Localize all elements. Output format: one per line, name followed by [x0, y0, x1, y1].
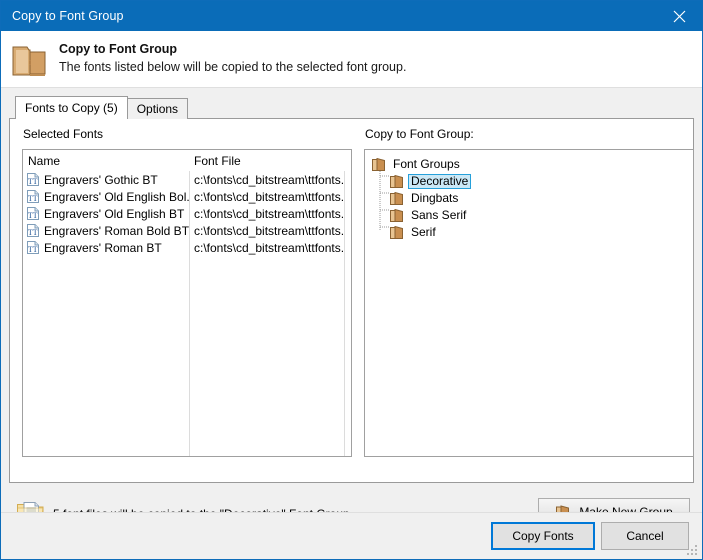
resize-grip[interactable]	[687, 545, 698, 556]
tab-options[interactable]: Options	[126, 98, 189, 119]
copy-to-font-group-label: Copy to Font Group:	[365, 127, 474, 141]
tree-node-label: Sans Serif	[411, 208, 467, 222]
font-group-folder-icon	[372, 157, 385, 171]
row-file: c:\fonts\cd_bitstream\ttfonts...	[194, 223, 344, 238]
tab-label: Fonts to Copy (5)	[25, 101, 118, 115]
tree-node-sans-serif[interactable]: Sans Serif	[371, 207, 693, 224]
column-header-name[interactable]: Name	[23, 150, 189, 171]
svg-text:TT: TT	[28, 228, 38, 237]
table-row[interactable]: TT Engravers' Old English BT c:\fonts\cd…	[23, 205, 351, 222]
tab-page-fonts-to-copy: Selected Fonts Copy to Font Group: Name …	[9, 118, 694, 483]
open-folder-icon	[1, 39, 59, 81]
truetype-font-icon: TT	[27, 173, 39, 186]
list-column-headers: Name Font File	[23, 150, 351, 171]
tab-label: Options	[136, 102, 179, 116]
row-name: Engravers' Old English BT	[44, 206, 185, 221]
row-file: c:\fonts\cd_bitstream\ttfonts...	[194, 206, 344, 221]
svg-text:TT: TT	[28, 177, 38, 186]
font-group-folder-icon	[390, 225, 403, 239]
dialog-window: Copy to Font Group Copy to Font Group Th…	[0, 0, 703, 560]
dialog-body: Fonts to Copy (5) Options Selected Fonts…	[1, 88, 702, 526]
row-name-cell: TT Engravers' Old English BT	[23, 207, 189, 221]
column-header-font-file[interactable]: Font File	[189, 150, 344, 171]
tab-fonts-to-copy[interactable]: Fonts to Copy (5)	[15, 96, 128, 119]
dialog-footer: Copy Fonts Cancel	[1, 512, 702, 559]
tree-node-font-groups[interactable]: Font Groups	[371, 156, 693, 173]
font-group-folder-icon	[390, 174, 403, 188]
list-rows: TT Engravers' Gothic BT c:\fonts\cd_bits…	[23, 171, 351, 256]
selected-fonts-label: Selected Fonts	[23, 127, 104, 141]
font-group-tree[interactable]: Font Groups Decorative Dingbats Sans Ser…	[364, 149, 694, 457]
row-name-cell: TT Engravers' Gothic BT	[23, 173, 189, 187]
row-name: Engravers' Roman Bold BT	[44, 223, 189, 238]
row-name-cell: TT Engravers' Roman Bold BT	[23, 224, 189, 238]
tree-node-label: Dingbats	[411, 191, 459, 205]
svg-text:TT: TT	[28, 211, 38, 220]
header-title: Copy to Font Group	[59, 42, 178, 56]
cancel-button[interactable]: Cancel	[601, 522, 689, 550]
tree-node-decorative[interactable]: Decorative	[371, 173, 693, 190]
row-name: Engravers' Old English Bol...	[44, 189, 189, 204]
row-file: c:\fonts\cd_bitstream\ttfonts...	[194, 240, 344, 255]
table-row[interactable]: TT Engravers' Old English Bol... c:\font…	[23, 188, 351, 205]
truetype-font-icon: TT	[27, 224, 39, 237]
svg-text:TT: TT	[28, 245, 38, 254]
tree-node-dingbats[interactable]: Dingbats	[371, 190, 693, 207]
selected-fonts-list[interactable]: Name Font File TT Engravers' Gothic BT c…	[22, 149, 352, 457]
tree-node-label: Font Groups	[393, 157, 460, 171]
table-row[interactable]: TT Engravers' Gothic BT c:\fonts\cd_bits…	[23, 171, 351, 188]
font-group-folder-icon	[390, 191, 403, 205]
truetype-font-icon: TT	[27, 241, 39, 254]
truetype-font-icon: TT	[27, 207, 39, 220]
header-subtitle: The fonts listed below will be copied to…	[59, 60, 407, 74]
svg-text:TT: TT	[28, 194, 38, 203]
tree-node-label: Decorative	[408, 174, 472, 189]
header-text-block: Copy to Font Group The fonts listed belo…	[59, 39, 406, 76]
row-name: Engravers' Gothic BT	[44, 172, 158, 187]
table-row[interactable]: TT Engravers' Roman Bold BT c:\fonts\cd_…	[23, 222, 351, 239]
table-row[interactable]: TT Engravers' Roman BT c:\fonts\cd_bitst…	[23, 239, 351, 256]
row-file: c:\fonts\cd_bitstream\ttfonts...	[194, 189, 344, 204]
header-banner: Copy to Font Group The fonts listed belo…	[1, 31, 702, 88]
title-bar: Copy to Font Group	[1, 1, 702, 31]
cancel-label: Cancel	[626, 529, 664, 543]
font-group-folder-icon	[390, 208, 403, 222]
copy-fonts-label: Copy Fonts	[512, 529, 574, 543]
tab-strip: Fonts to Copy (5) Options	[15, 96, 694, 119]
tree-node-serif[interactable]: Serif	[371, 224, 693, 241]
truetype-font-icon: TT	[27, 190, 39, 203]
column-header-filler	[344, 150, 351, 171]
close-icon[interactable]	[656, 1, 702, 31]
tree-node-label: Serif	[411, 225, 436, 239]
copy-fonts-button[interactable]: Copy Fonts	[491, 522, 595, 550]
window-title: Copy to Font Group	[12, 9, 124, 23]
row-name: Engravers' Roman BT	[44, 240, 162, 255]
row-file: c:\fonts\cd_bitstream\ttfonts...	[194, 172, 344, 187]
row-name-cell: TT Engravers' Roman BT	[23, 241, 189, 255]
row-name-cell: TT Engravers' Old English Bol...	[23, 190, 189, 204]
